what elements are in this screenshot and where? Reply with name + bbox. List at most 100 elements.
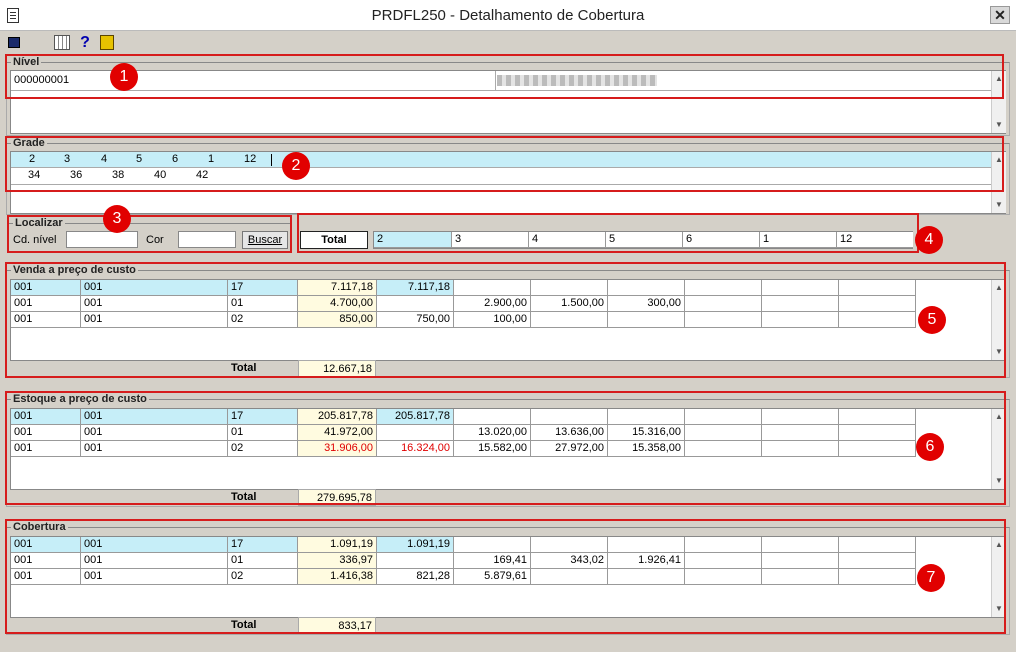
back-arrow-icon[interactable] — [8, 37, 20, 48]
scroll-up-icon[interactable]: ▲ — [992, 411, 1006, 423]
size-value-cell[interactable] — [839, 441, 916, 457]
scroll-down-icon[interactable]: ▼ — [992, 199, 1006, 211]
size-value-cell[interactable] — [608, 312, 685, 328]
size-value-cell[interactable]: 27.972,00 — [531, 441, 608, 457]
key-cell[interactable]: 02 — [228, 312, 298, 328]
grade-scrollbar[interactable]: ▲ ▼ — [991, 152, 1006, 213]
row-total-cell[interactable]: 850,00 — [298, 312, 377, 328]
size-value-cell[interactable] — [839, 312, 916, 328]
scroll-down-icon[interactable]: ▼ — [992, 603, 1006, 615]
size-value-cell[interactable]: 7.117,18 — [377, 280, 454, 296]
size-value-cell[interactable] — [839, 409, 916, 425]
size-value-cell[interactable] — [839, 537, 916, 553]
calculator-icon[interactable] — [54, 35, 70, 50]
nivel-row[interactable]: 000000001 — [11, 71, 991, 91]
row-total-cell[interactable]: 336,97 — [298, 553, 377, 569]
size-value-cell[interactable] — [762, 425, 839, 441]
key-cell[interactable]: 001 — [81, 409, 228, 425]
size-value-cell[interactable] — [377, 425, 454, 441]
size-value-cell[interactable]: 1.091,19 — [377, 537, 454, 553]
size-value-cell[interactable]: 750,00 — [377, 312, 454, 328]
key-cell[interactable]: 01 — [228, 553, 298, 569]
size-value-cell[interactable] — [685, 280, 762, 296]
key-cell[interactable]: 001 — [81, 537, 228, 553]
key-cell[interactable]: 02 — [228, 569, 298, 585]
scroll-down-icon[interactable]: ▼ — [992, 119, 1006, 131]
size-value-cell[interactable] — [685, 425, 762, 441]
size-value-cell[interactable]: 343,02 — [531, 553, 608, 569]
key-cell[interactable]: 001 — [11, 569, 81, 585]
nivel-list[interactable]: 000000001 ▲ ▼ — [10, 70, 1006, 134]
size-value-cell[interactable] — [685, 569, 762, 585]
size-value-cell[interactable]: 100,00 — [454, 312, 531, 328]
section-grid[interactable]: 001 001 17 205.817,78 205.817,78 001 001 01 41.9… — [10, 408, 1006, 490]
size-value-cell[interactable]: 15.316,00 — [608, 425, 685, 441]
section-scrollbar[interactable]: ▲ ▼ — [991, 537, 1006, 617]
key-cell[interactable]: 001 — [81, 312, 228, 328]
size-header[interactable]: 2 — [374, 232, 452, 248]
key-cell[interactable]: 001 — [81, 425, 228, 441]
exit-door-icon[interactable] — [100, 35, 114, 50]
grade-row[interactable]: 34 36 38 40 42 — [11, 168, 991, 185]
nivel-scrollbar[interactable]: ▲ ▼ — [991, 71, 1006, 133]
size-value-cell[interactable]: 15.582,00 — [454, 441, 531, 457]
key-cell[interactable]: 17 — [228, 409, 298, 425]
row-total-cell[interactable]: 205.817,78 — [298, 409, 377, 425]
size-value-cell[interactable] — [531, 312, 608, 328]
key-cell[interactable]: 001 — [11, 312, 81, 328]
size-value-cell[interactable]: 13.636,00 — [531, 425, 608, 441]
size-value-cell[interactable]: 169,41 — [454, 553, 531, 569]
buscar-button[interactable]: Buscar — [242, 231, 288, 249]
size-value-cell[interactable] — [839, 569, 916, 585]
row-total-cell[interactable]: 41.972,00 — [298, 425, 377, 441]
size-value-cell[interactable] — [685, 537, 762, 553]
key-cell[interactable]: 001 — [81, 296, 228, 312]
size-value-cell[interactable] — [608, 537, 685, 553]
row-total-cell[interactable]: 1.091,19 — [298, 537, 377, 553]
scroll-up-icon[interactable]: ▲ — [992, 282, 1006, 294]
row-total-cell[interactable]: 4.700,00 — [298, 296, 377, 312]
key-cell[interactable]: 001 — [11, 280, 81, 296]
size-value-cell[interactable] — [608, 569, 685, 585]
size-value-cell[interactable] — [685, 409, 762, 425]
size-value-cell[interactable] — [531, 537, 608, 553]
section-scrollbar[interactable]: ▲ ▼ — [991, 409, 1006, 489]
size-value-cell[interactable] — [685, 441, 762, 457]
size-value-cell[interactable] — [839, 425, 916, 441]
size-value-cell[interactable] — [839, 296, 916, 312]
size-value-cell[interactable] — [762, 441, 839, 457]
size-header[interactable]: 5 — [606, 232, 683, 248]
section-grid[interactable]: 001 001 17 1.091,19 1.091,19 001 001 01 336,97 16… — [10, 536, 1006, 618]
key-cell[interactable]: 001 — [81, 280, 228, 296]
key-cell[interactable]: 001 — [81, 569, 228, 585]
grade-list[interactable]: 2 3 4 5 6 1 12 34 36 38 40 42 ▲ ▼ — [10, 151, 1006, 214]
size-value-cell[interactable] — [839, 280, 916, 296]
grade-row-selected[interactable]: 2 3 4 5 6 1 12 — [11, 152, 991, 168]
size-header[interactable]: 1 — [760, 232, 837, 248]
key-cell[interactable]: 01 — [228, 296, 298, 312]
size-value-cell[interactable] — [531, 569, 608, 585]
size-value-cell[interactable] — [762, 553, 839, 569]
scroll-up-icon[interactable]: ▲ — [992, 539, 1006, 551]
key-cell[interactable]: 17 — [228, 280, 298, 296]
cd-nivel-input[interactable] — [66, 231, 138, 248]
size-value-cell[interactable] — [762, 312, 839, 328]
key-cell[interactable]: 001 — [81, 441, 228, 457]
scroll-down-icon[interactable]: ▼ — [992, 475, 1006, 487]
key-cell[interactable]: 001 — [11, 553, 81, 569]
size-value-cell[interactable] — [531, 409, 608, 425]
size-value-cell[interactable] — [608, 280, 685, 296]
help-icon[interactable]: ? — [77, 35, 93, 51]
key-cell[interactable]: 001 — [11, 425, 81, 441]
section-grid[interactable]: 001 001 17 7.117,18 7.117,18 001 001 01 4.700,00… — [10, 279, 1006, 361]
size-value-cell[interactable] — [454, 409, 531, 425]
size-value-cell[interactable]: 5.879,61 — [454, 569, 531, 585]
key-cell[interactable]: 02 — [228, 441, 298, 457]
size-value-cell[interactable]: 1.500,00 — [531, 296, 608, 312]
size-value-cell[interactable] — [762, 537, 839, 553]
size-value-cell[interactable] — [762, 296, 839, 312]
row-total-cell[interactable]: 7.117,18 — [298, 280, 377, 296]
scroll-down-icon[interactable]: ▼ — [992, 346, 1006, 358]
size-value-cell[interactable]: 16.324,00 — [377, 441, 454, 457]
size-header[interactable]: 6 — [683, 232, 760, 248]
